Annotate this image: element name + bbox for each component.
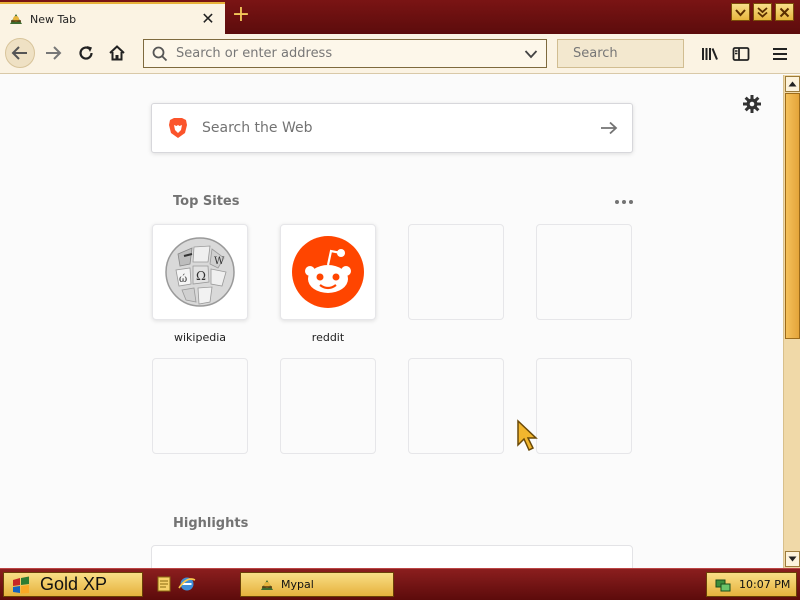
wikipedia-icon: Ω W ώ [165, 237, 235, 307]
highlight-card[interactable] [151, 545, 633, 568]
sidebar-icon [732, 47, 750, 61]
dot [622, 200, 626, 204]
reload-button[interactable] [71, 38, 101, 68]
minimize-button[interactable] [731, 3, 750, 21]
tab-close-button[interactable]: ✕ [199, 11, 217, 27]
sidebar-button[interactable] [731, 44, 751, 64]
mypal-favicon-icon [261, 579, 273, 590]
arrow-right-icon [46, 46, 62, 60]
arrow-right-icon[interactable] [600, 120, 618, 136]
top-site-tile-wikipedia[interactable]: Ω W ώ [152, 224, 248, 320]
mypal-favicon-icon [10, 14, 22, 24]
network-icon[interactable] [715, 577, 731, 593]
library-icon [702, 48, 718, 60]
gear-icon[interactable] [742, 94, 762, 114]
new-tab-button[interactable]: + [230, 4, 252, 28]
double-chevron-down-icon [757, 6, 768, 18]
search-bar[interactable] [557, 39, 743, 68]
close-icon [779, 7, 790, 17]
menu-button[interactable] [770, 44, 790, 64]
home-button[interactable] [102, 38, 132, 68]
svg-text:Ω: Ω [196, 269, 206, 283]
windows-flag-icon [13, 576, 29, 593]
web-search-input[interactable] [202, 120, 600, 136]
document-icon [157, 576, 171, 592]
web-search-box[interactable] [151, 103, 633, 153]
triangle-down-icon [788, 556, 797, 562]
scroll-up-button[interactable] [785, 76, 800, 92]
maximize-button[interactable] [753, 3, 772, 21]
top-sites-menu-button[interactable] [612, 195, 636, 209]
clock[interactable]: 10:07 PM [739, 578, 790, 591]
tab-bar: New Tab ✕ + [0, 0, 800, 34]
search-icon [152, 46, 168, 61]
quicklaunch-browser[interactable] [178, 575, 196, 593]
taskbar: Gold XP Mypal 10:07 PM [0, 568, 800, 600]
top-sites-title: Top Sites [173, 194, 240, 209]
dot [615, 200, 619, 204]
mouse-cursor-icon [517, 419, 538, 452]
top-site-tile-reddit[interactable] [280, 224, 376, 320]
top-site-tile-empty[interactable] [152, 358, 248, 454]
svg-text:ώ: ώ [179, 274, 187, 285]
close-window-button[interactable] [775, 3, 794, 21]
quicklaunch-folder[interactable] [155, 575, 173, 593]
hamburger-menu-icon [773, 48, 787, 60]
new-tab-page: Top Sites Ω W ώ wikipedia [0, 75, 783, 568]
top-site-tile-empty[interactable] [536, 358, 632, 454]
triangle-up-icon [788, 81, 797, 87]
library-button[interactable] [700, 44, 720, 64]
window-controls [731, 3, 794, 21]
vertical-scrollbar[interactable] [783, 75, 800, 568]
top-site-tile-empty[interactable] [408, 358, 504, 454]
top-site-tile-empty[interactable] [536, 224, 632, 320]
taskbar-window-label: Mypal [281, 578, 314, 591]
home-icon [109, 45, 125, 61]
address-input[interactable] [176, 46, 524, 61]
top-site-label-reddit: reddit [311, 331, 345, 344]
system-tray: 10:07 PM [706, 572, 797, 597]
svg-text:W: W [214, 256, 225, 267]
brave-lion-icon [169, 118, 187, 138]
back-button[interactable] [5, 38, 35, 68]
address-bar[interactable] [143, 39, 547, 68]
top-site-tile-empty[interactable] [280, 358, 376, 454]
arrow-left-icon [11, 46, 27, 60]
internet-explorer-icon [178, 577, 196, 591]
taskbar-window-mypal[interactable]: Mypal [240, 572, 394, 597]
dot [629, 200, 633, 204]
forward-button[interactable] [38, 38, 68, 68]
reddit-icon [292, 236, 364, 308]
navigation-toolbar [0, 34, 800, 74]
tab-title: New Tab [30, 12, 77, 26]
chevron-down-icon [735, 8, 746, 16]
start-label: Gold XP [40, 574, 108, 594]
start-button[interactable]: Gold XP [3, 572, 143, 597]
top-site-label-wikipedia: wikipedia [173, 331, 226, 344]
top-site-tile-empty[interactable] [408, 224, 504, 320]
reload-icon [79, 46, 93, 60]
tab-new-tab[interactable]: New Tab ✕ [0, 2, 225, 34]
chevron-down-icon[interactable] [524, 49, 538, 59]
highlights-title: Highlights [173, 516, 249, 531]
scrollbar-thumb[interactable] [785, 93, 800, 339]
scroll-down-button[interactable] [785, 551, 800, 567]
